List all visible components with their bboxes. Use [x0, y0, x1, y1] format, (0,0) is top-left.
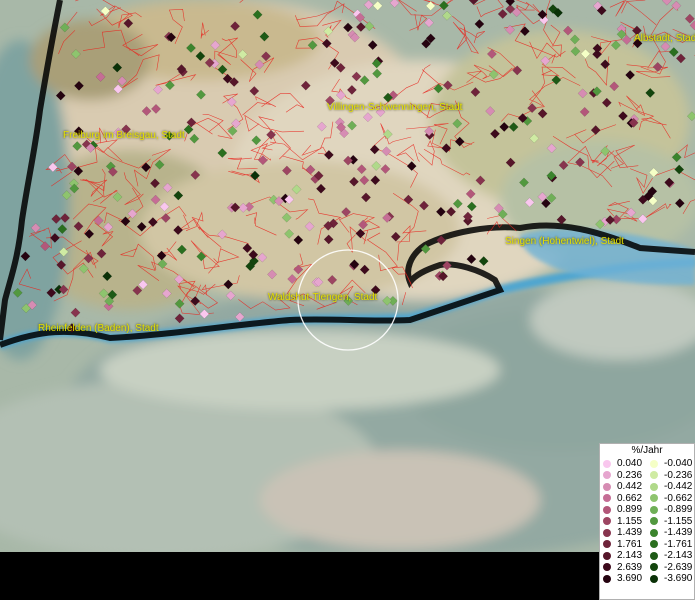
place-label-freiburg: Freiburg im Breisgau, Stadt	[63, 130, 185, 141]
legend-swatch	[603, 459, 611, 468]
legend-value: 0.442	[617, 481, 643, 493]
legend-entry: 3.690	[600, 573, 647, 585]
legend-value: 1.155	[617, 515, 643, 527]
legend-value: -1.155	[664, 515, 693, 527]
legend-swatch	[650, 459, 658, 468]
legend-entry: 1.155	[600, 516, 647, 528]
legend-value: -0.040	[664, 458, 693, 470]
legend-value: 3.690	[617, 573, 643, 585]
legend-swatch	[650, 517, 658, 526]
legend-entry: 0.040	[600, 458, 647, 470]
legend-negative-column: -0.040 -0.236 -0.442 -0.662 -0.899 -1.155 -1.4…	[647, 458, 694, 585]
legend-swatch	[650, 471, 658, 480]
legend-value: 1.761	[617, 538, 643, 550]
legend-entry: -0.442	[647, 481, 694, 493]
legend-swatch	[603, 517, 611, 526]
legend-value: -0.236	[664, 469, 693, 481]
legend-swatch	[603, 540, 611, 549]
legend-swatch	[650, 528, 658, 537]
legend-value: -1.439	[664, 527, 693, 539]
legend-entry: 0.899	[600, 504, 647, 516]
place-label-villingen: Villingen-Schwenningen, Stadt	[327, 102, 463, 113]
place-label-rheinfelden: Rheinfelden (Baden), Stadt	[38, 323, 159, 334]
legend-swatch	[603, 505, 611, 514]
legend-entry: 0.236	[600, 470, 647, 482]
legend-entry: 2.639	[600, 562, 647, 574]
map-area[interactable]: Albstadt, Stadt Villingen-Schwenningen, …	[0, 0, 695, 552]
legend-value: -3.690	[664, 573, 693, 585]
legend-value: -2.639	[664, 561, 693, 573]
bottom-bar	[0, 552, 695, 600]
legend-entry: -0.040	[647, 458, 694, 470]
legend-swatch	[603, 494, 611, 503]
legend-value: -0.899	[664, 504, 693, 516]
legend-value: 0.662	[617, 492, 643, 504]
legend-positive-column: 0.040 0.236 0.442 0.662 0.899 1.155 1.439 1.761…	[600, 458, 647, 585]
legend-entry: 0.662	[600, 493, 647, 505]
legend-swatch	[603, 563, 611, 572]
place-label-waldshut: Waldshut-Tiengen, Stadt	[268, 292, 378, 303]
legend-swatch	[650, 563, 658, 572]
legend-entry: -0.662	[647, 493, 694, 505]
legend-value: 2.639	[617, 561, 643, 573]
legend-entry: 0.442	[600, 481, 647, 493]
legend-swatch	[650, 574, 658, 583]
legend-value: 0.236	[617, 469, 643, 481]
legend-swatch	[603, 551, 611, 560]
legend-value: 1.439	[617, 527, 643, 539]
map-canvas	[0, 0, 695, 552]
legend-value: 2.143	[617, 550, 643, 562]
legend-entry: 1.439	[600, 527, 647, 539]
legend-entry: -1.439	[647, 527, 694, 539]
legend-entry: 1.761	[600, 539, 647, 551]
legend-swatch	[603, 471, 611, 480]
legend-title: %/Jahr	[631, 445, 663, 456]
legend-entry: -0.899	[647, 504, 694, 516]
legend-swatch	[650, 505, 658, 514]
legend-swatch	[650, 494, 658, 503]
legend-entry: -3.690	[647, 573, 694, 585]
legend-value: -0.662	[664, 492, 693, 504]
legend-entry: -0.236	[647, 470, 694, 482]
legend-swatch	[650, 540, 658, 549]
legend-value: -0.442	[664, 481, 693, 493]
legend-value: -1.761	[664, 538, 693, 550]
legend-swatch	[650, 482, 658, 491]
legend-entry: -1.155	[647, 516, 694, 528]
legend-entry: 2.143	[600, 550, 647, 562]
legend: %/Jahr 0.040 0.236 0.442 0.662 0.899 1.155 1.4…	[599, 443, 695, 600]
legend-swatch	[650, 551, 658, 560]
legend-entry: -1.761	[647, 539, 694, 551]
place-label-singen: Singen (Hohentwiel), Stadt	[505, 236, 624, 247]
legend-swatch	[603, 574, 611, 583]
legend-entry: -2.143	[647, 550, 694, 562]
legend-swatch	[603, 528, 611, 537]
legend-value: 0.040	[617, 458, 643, 470]
legend-entry: -2.639	[647, 562, 694, 574]
legend-value: 0.899	[617, 504, 643, 516]
place-label-albstadt: Albstadt, Stadt	[634, 33, 695, 44]
legend-swatch	[603, 482, 611, 491]
legend-value: -2.143	[664, 550, 693, 562]
